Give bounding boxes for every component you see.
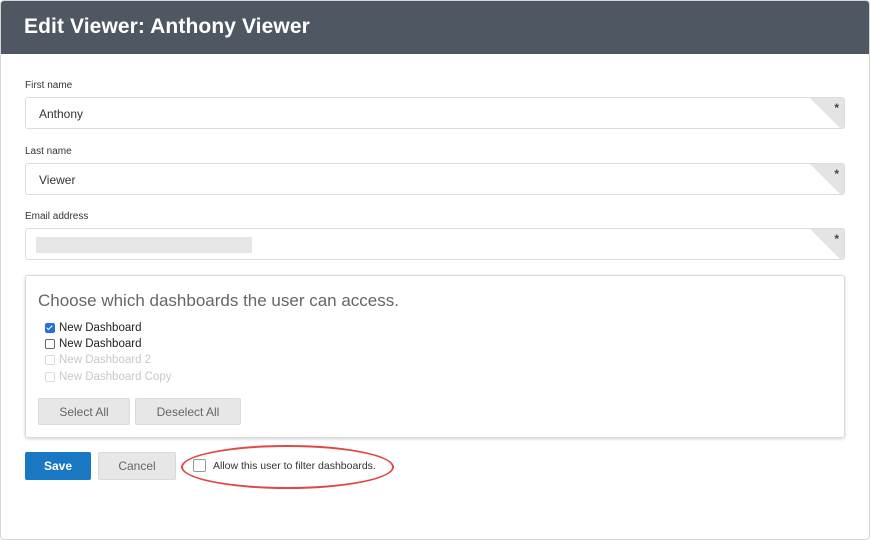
- email-field[interactable]: *: [25, 228, 845, 260]
- last-name-label: Last name: [25, 146, 72, 157]
- required-asterisk-icon: *: [834, 232, 839, 246]
- checkbox-checked-icon[interactable]: [45, 323, 55, 333]
- filter-dashboards-label: Allow this user to filter dashboards.: [213, 459, 376, 472]
- dashboard-access-panel: Choose which dashboards the user can acc…: [25, 275, 845, 438]
- dashboard-option-disabled: New Dashboard Copy: [45, 370, 172, 384]
- filter-dashboards-option[interactable]: Allow this user to filter dashboards.: [193, 459, 376, 472]
- dialog-title: Edit Viewer: Anthony Viewer: [24, 15, 310, 38]
- first-name-label: First name: [25, 80, 73, 91]
- dashboard-option[interactable]: New Dashboard: [45, 321, 141, 335]
- checkbox-icon: [45, 372, 55, 382]
- dashboard-option-disabled: New Dashboard 2: [45, 353, 151, 367]
- required-asterisk-icon: *: [834, 101, 839, 115]
- dashboard-option[interactable]: New Dashboard: [45, 337, 141, 351]
- dashboard-access-heading: Choose which dashboards the user can acc…: [38, 291, 399, 310]
- email-redacted-value: [36, 237, 252, 253]
- dashboard-option-label: New Dashboard 2: [59, 354, 152, 366]
- checkbox-icon[interactable]: [193, 459, 206, 472]
- checkbox-icon[interactable]: [45, 339, 55, 349]
- deselect-all-button[interactable]: Deselect All: [135, 398, 241, 425]
- last-name-field[interactable]: Viewer *: [25, 163, 845, 195]
- checkbox-icon: [45, 355, 55, 365]
- dashboard-option-label: New Dashboard: [59, 338, 142, 350]
- dashboard-option-label: New Dashboard: [59, 322, 142, 334]
- first-name-value: Anthony: [39, 107, 84, 121]
- dialog-header: Edit Viewer: Anthony Viewer: [1, 1, 869, 54]
- first-name-field[interactable]: Anthony *: [25, 97, 845, 129]
- email-label: Email address: [25, 211, 89, 222]
- required-asterisk-icon: *: [834, 167, 839, 181]
- dashboard-option-label: New Dashboard Copy: [59, 371, 172, 383]
- last-name-value: Viewer: [39, 173, 76, 187]
- cancel-button[interactable]: Cancel: [98, 452, 176, 480]
- save-button[interactable]: Save: [25, 452, 91, 480]
- select-all-button[interactable]: Select All: [38, 398, 130, 425]
- edit-viewer-dialog: Edit Viewer: Anthony Viewer First name A…: [0, 0, 870, 540]
